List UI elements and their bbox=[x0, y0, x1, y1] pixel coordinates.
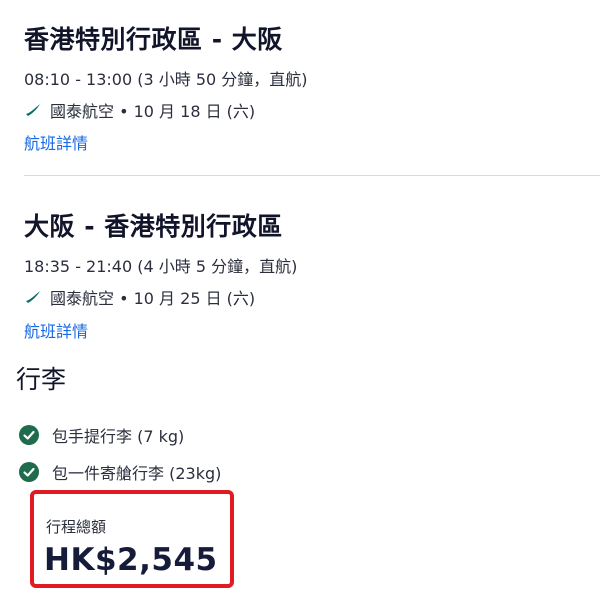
outbound-flight-details-link[interactable]: 航班詳情 bbox=[24, 130, 88, 154]
inbound-airline-date: 國泰航空 • 10 月 25 日 (六) bbox=[50, 289, 256, 308]
outbound-flight: 香港特別行政區 - 大阪 08:10 - 13:00 (3 小時 50 分鐘，直… bbox=[24, 20, 584, 122]
baggage-item: 包一件寄艙行李 (23kg) bbox=[18, 460, 221, 484]
check-circle-icon bbox=[18, 424, 40, 446]
baggage-section-title: 行李 bbox=[16, 365, 67, 394]
inbound-flight: 大阪 - 香港特別行政區 18:35 - 21:40 (4 小時 5 分鐘，直航… bbox=[24, 207, 584, 309]
total-price-highlight-box: 行程總額 HK$2,545 bbox=[30, 490, 234, 588]
total-price: HK$2,545 bbox=[44, 542, 218, 578]
inbound-time: 18:35 - 21:40 (4 小時 5 分鐘，直航) bbox=[24, 257, 298, 276]
baggage-item: 包手提行李 (7 kg) bbox=[18, 423, 184, 447]
outbound-airline-date: 國泰航空 • 10 月 18 日 (六) bbox=[50, 102, 256, 121]
check-circle-icon bbox=[18, 461, 40, 483]
inbound-flight-details-link[interactable]: 航班詳情 bbox=[24, 318, 88, 342]
outbound-route-title: 香港特別行政區 - 大阪 bbox=[24, 25, 283, 54]
outbound-airline-row: 國泰航空 • 10 月 18 日 (六) bbox=[24, 98, 584, 122]
baggage-item-label: 包一件寄艙行李 (23kg) bbox=[52, 464, 222, 483]
cathay-pacific-logo-icon bbox=[24, 288, 42, 306]
inbound-route-title: 大阪 - 香港特別行政區 bbox=[24, 212, 283, 241]
inbound-airline-row: 國泰航空 • 10 月 25 日 (六) bbox=[24, 285, 584, 309]
baggage-item-label: 包手提行李 (7 kg) bbox=[52, 427, 185, 446]
cathay-pacific-logo-icon bbox=[24, 101, 42, 119]
divider bbox=[24, 175, 600, 176]
total-label: 行程總額 bbox=[46, 518, 107, 536]
outbound-time: 08:10 - 13:00 (3 小時 50 分鐘，直航) bbox=[24, 70, 308, 89]
